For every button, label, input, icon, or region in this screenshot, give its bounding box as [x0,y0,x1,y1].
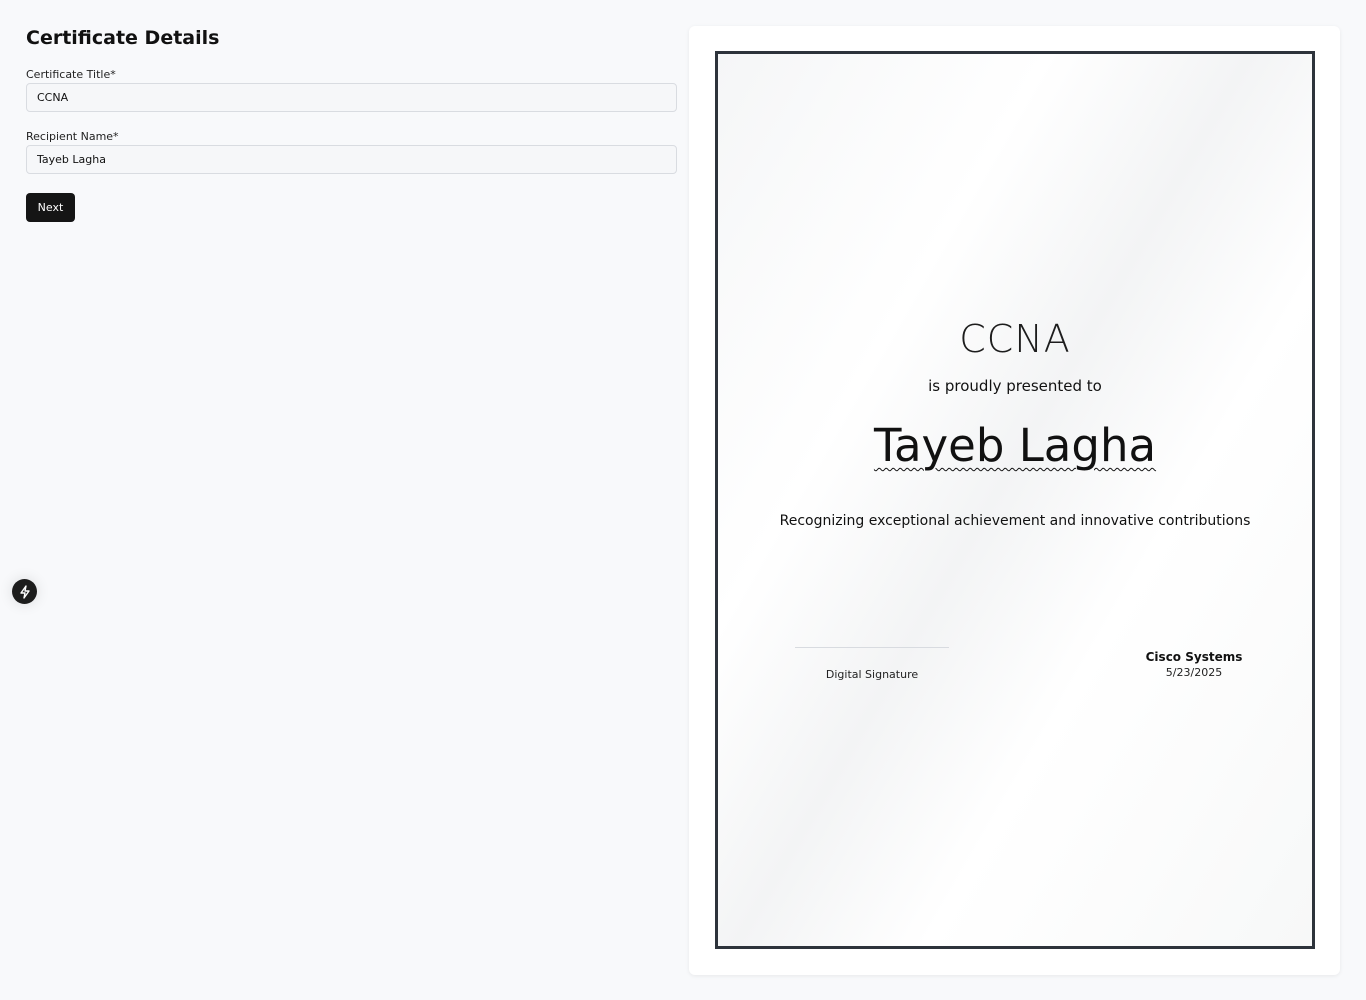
certificate-recipient-name: Tayeb Lagha [873,419,1157,472]
next-button[interactable]: Next [26,193,75,222]
signature-block: Digital Signature [795,647,949,682]
lightning-bolt-icon [19,584,30,599]
certificate-title-input[interactable] [26,83,677,112]
certificate-preview: CCNA is proudly presented to Tayeb Lagha… [715,51,1315,949]
form-heading: Certificate Details [26,27,220,49]
signature-line [795,647,949,648]
issuer-block: Cisco Systems 5/23/2025 [1118,649,1270,680]
recipient-name-label: Recipient Name* [26,130,119,143]
quick-action-button[interactable] [12,579,37,604]
certificate-recipient-container: Tayeb Lagha [718,417,1312,475]
recipient-name-input[interactable] [26,145,677,174]
certificate-title-label: Certificate Title* [26,68,116,81]
presented-to-text: is proudly presented to [928,377,1102,395]
certificate-description: Recognizing exceptional achievement and … [779,513,1251,529]
certificate-title: CCNA [959,317,1071,361]
certificate-preview-panel: CCNA is proudly presented to Tayeb Lagha… [689,26,1340,975]
certificate-form: Certificate Details Certificate Title* R… [26,26,677,222]
issue-date: 5/23/2025 [1165,666,1223,679]
issuer-name: Cisco Systems [1145,650,1243,664]
digital-signature-label: Digital Signature [825,668,919,681]
